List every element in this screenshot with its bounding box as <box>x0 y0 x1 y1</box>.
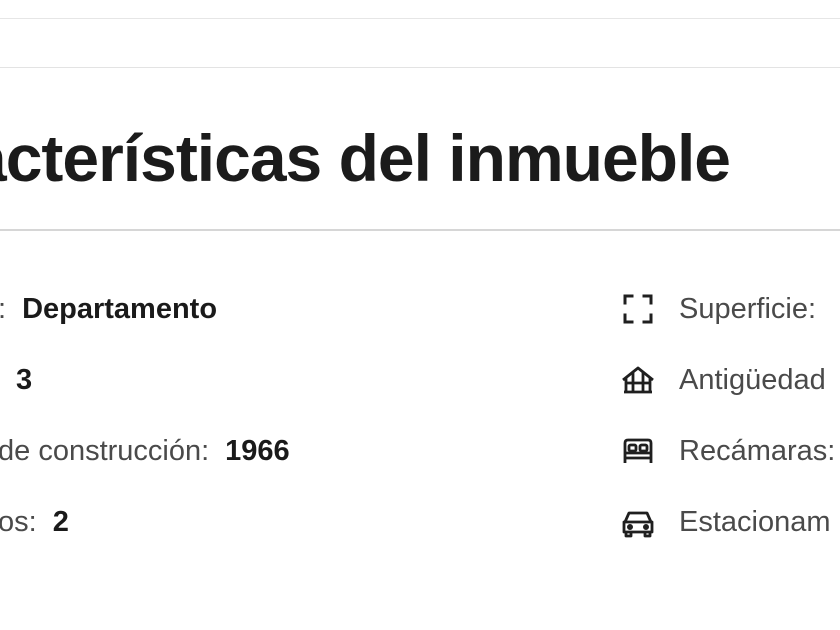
title-divider <box>0 229 840 231</box>
feature-label: de construcción: <box>0 434 210 467</box>
property-details-page: acterísticas del inmueble : Departamento… <box>0 0 840 630</box>
building-age-icon <box>620 362 656 398</box>
area-icon <box>620 291 656 327</box>
feature-value: 3 <box>16 363 33 396</box>
feature-label: Recámaras: <box>679 434 836 467</box>
section-title: acterísticas del inmueble <box>0 121 731 195</box>
feature-label: Antigüedad <box>679 363 826 396</box>
feature-area: Superficie: <box>620 289 816 329</box>
bed-icon <box>620 433 656 469</box>
car-icon <box>620 504 656 540</box>
feature-label: os: <box>0 505 37 538</box>
feature-value: 1966 <box>225 434 290 467</box>
feature-bathrooms: os: 2 <box>0 502 69 542</box>
top-divider <box>0 18 840 19</box>
header-divider <box>0 67 840 68</box>
feature-bedrooms: Recámaras: <box>620 431 835 471</box>
feature-label: Estacionam <box>679 505 831 538</box>
feature-parking: Estacionam <box>620 502 831 542</box>
feature-label: : <box>0 293 6 326</box>
feature-construction-year: de construcción: 1966 <box>0 431 290 471</box>
feature-age: Antigüedad <box>620 360 826 400</box>
feature-value: Departamento <box>22 292 218 325</box>
feature-label: Superficie: <box>679 292 817 325</box>
feature-property-type: : Departamento <box>0 289 217 329</box>
feature-count: 3 <box>0 360 32 400</box>
feature-value: 2 <box>52 505 69 538</box>
